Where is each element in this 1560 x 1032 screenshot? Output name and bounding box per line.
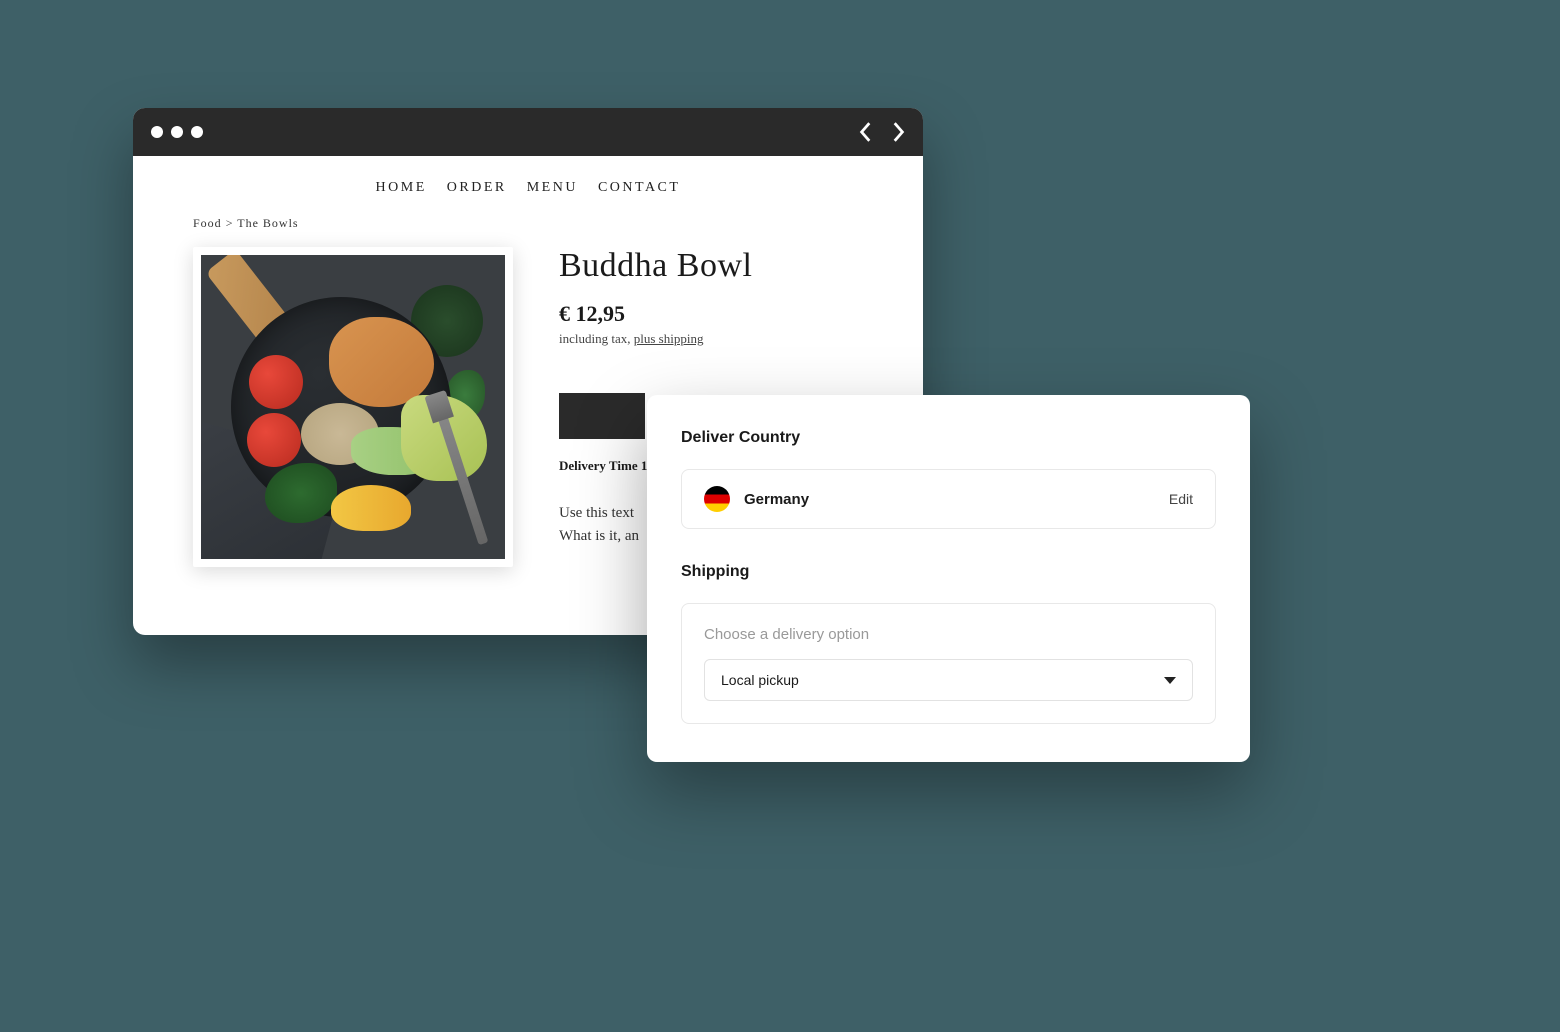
chevron-down-icon [1164, 677, 1176, 684]
bowl-illustration [201, 255, 505, 559]
breadcrumb-separator: > [226, 216, 234, 230]
tax-note: including tax, plus shipping [559, 331, 863, 347]
country-row: Germany Edit [681, 469, 1216, 529]
shipping-heading: Shipping [681, 563, 1216, 581]
tax-prefix: including tax, [559, 331, 634, 346]
window-controls [151, 126, 203, 138]
breadcrumb-segment[interactable]: The Bowls [237, 216, 298, 230]
delivery-option-dropdown[interactable]: Local pickup [704, 659, 1193, 701]
nav-contact[interactable]: CONTACT [598, 180, 681, 196]
chevron-right-icon[interactable] [891, 121, 905, 143]
nav-menu[interactable]: MENU [527, 180, 578, 196]
product-image [193, 247, 513, 567]
window-dot-minimize[interactable] [171, 126, 183, 138]
country-selected: Germany [704, 486, 809, 512]
window-dot-close[interactable] [151, 126, 163, 138]
browser-nav-arrows [859, 121, 905, 143]
product-title: Buddha Bowl [559, 247, 863, 285]
edit-country-link[interactable]: Edit [1169, 491, 1193, 507]
browser-titlebar [133, 108, 923, 156]
country-name: Germany [744, 491, 809, 508]
window-dot-maximize[interactable] [191, 126, 203, 138]
add-to-cart-button[interactable] [559, 393, 645, 439]
site-nav: HOME ORDER MENU CONTACT [133, 156, 923, 210]
nav-home[interactable]: HOME [376, 180, 427, 196]
shipping-box: Choose a delivery option Local pickup [681, 603, 1216, 724]
choose-delivery-label: Choose a delivery option [704, 626, 1193, 643]
breadcrumb: Food > The Bowls [133, 210, 923, 237]
flag-germany-icon [704, 486, 730, 512]
breadcrumb-segment[interactable]: Food [193, 216, 222, 230]
dropdown-selected-value: Local pickup [721, 672, 799, 688]
shipping-overlay-card: Deliver Country Germany Edit Shipping Ch… [647, 395, 1250, 762]
nav-order[interactable]: ORDER [447, 180, 507, 196]
shipping-link[interactable]: plus shipping [634, 331, 704, 346]
deliver-country-heading: Deliver Country [681, 429, 1216, 447]
product-price: € 12,95 [559, 301, 863, 327]
chevron-left-icon[interactable] [859, 121, 873, 143]
